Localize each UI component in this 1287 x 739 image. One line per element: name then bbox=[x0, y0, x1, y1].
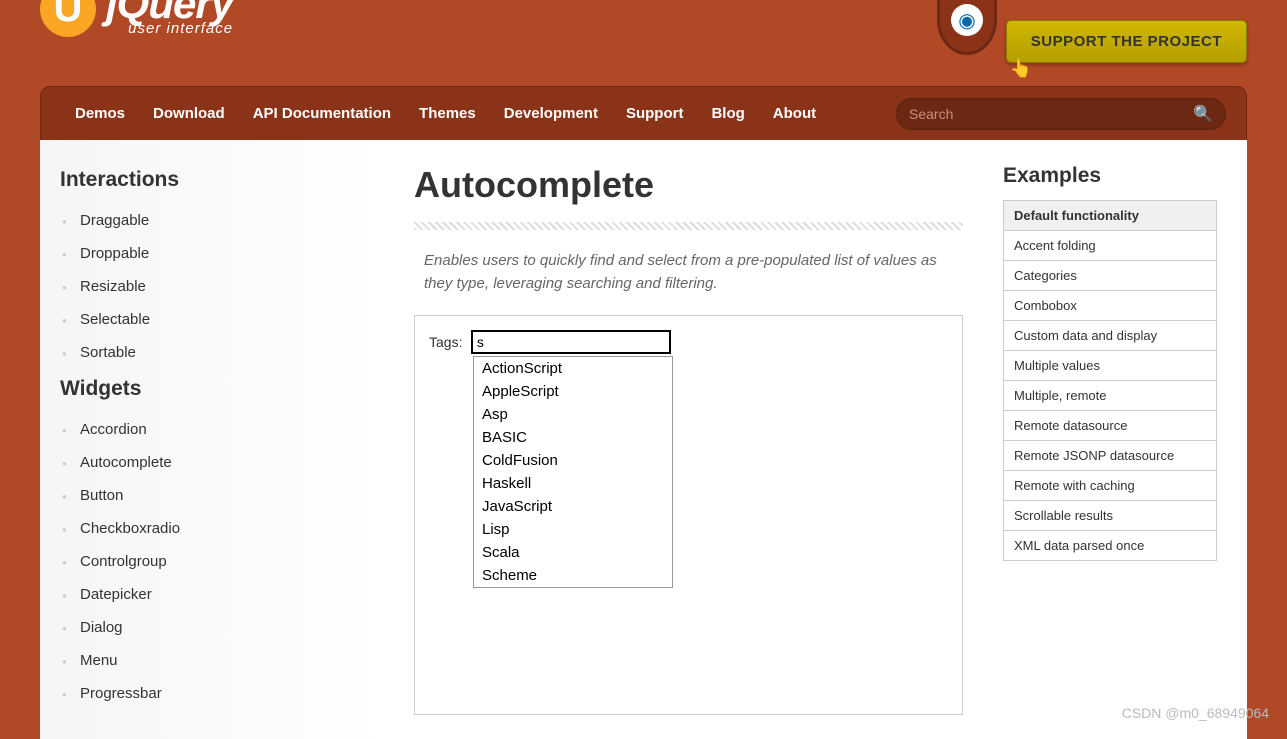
sidebar-item-accordion[interactable]: Accordion bbox=[40, 413, 384, 446]
example-item[interactable]: Categories bbox=[1003, 261, 1217, 291]
sidebar-item-draggable[interactable]: Draggable bbox=[40, 204, 384, 237]
page-description: Enables users to quickly find and select… bbox=[414, 250, 963, 295]
example-item[interactable]: Default functionality bbox=[1003, 201, 1217, 231]
search-icon[interactable]: 🔍 bbox=[1193, 104, 1213, 124]
nav-item-themes[interactable]: Themes bbox=[405, 105, 490, 122]
example-item[interactable]: Combobox bbox=[1003, 291, 1217, 321]
search-input[interactable] bbox=[909, 106, 1193, 122]
nav-item-download[interactable]: Download bbox=[139, 105, 239, 122]
example-item[interactable]: Remote with caching bbox=[1003, 471, 1217, 501]
sidebar-item-droppable[interactable]: Droppable bbox=[40, 237, 384, 270]
sidebar-heading-interactions: Interactions bbox=[40, 160, 384, 204]
example-item[interactable]: XML data parsed once bbox=[1003, 531, 1217, 561]
dropdown-item[interactable]: Asp bbox=[474, 403, 672, 426]
sidebar-item-checkboxradio[interactable]: Checkboxradio bbox=[40, 512, 384, 545]
page-title: Autocomplete bbox=[414, 164, 963, 206]
demo-box: Tags: ActionScriptAppleScriptAspBASICCol… bbox=[414, 315, 963, 715]
dropdown-item[interactable]: JavaScript bbox=[474, 495, 672, 518]
example-item[interactable]: Multiple, remote bbox=[1003, 381, 1217, 411]
nav-item-blog[interactable]: Blog bbox=[697, 105, 758, 122]
nav-item-support[interactable]: Support bbox=[612, 105, 698, 122]
sidebar-item-selectable[interactable]: Selectable bbox=[40, 303, 384, 336]
sidebar-item-button[interactable]: Button bbox=[40, 479, 384, 512]
support-project-button[interactable]: SUPPORT THE PROJECT bbox=[1006, 20, 1247, 63]
logo-text: jQuery user interface bbox=[106, 0, 233, 37]
examples-title: Examples bbox=[1003, 164, 1217, 188]
nav-item-development[interactable]: Development bbox=[490, 105, 612, 122]
dropdown-item[interactable]: Scheme bbox=[474, 564, 672, 587]
main-nav: DemosDownloadAPI DocumentationThemesDeve… bbox=[40, 86, 1247, 140]
example-item[interactable]: Custom data and display bbox=[1003, 321, 1217, 351]
sidebar-item-resizable[interactable]: Resizable bbox=[40, 270, 384, 303]
sidebar-item-datepicker[interactable]: Datepicker bbox=[40, 578, 384, 611]
dropdown-item[interactable]: Scala bbox=[474, 541, 672, 564]
dropdown-item[interactable]: BASIC bbox=[474, 426, 672, 449]
jquery-logo-icon: U bbox=[40, 0, 96, 37]
example-item[interactable]: Accent folding bbox=[1003, 231, 1217, 261]
watermark: CSDN @m0_68949064 bbox=[1122, 705, 1269, 721]
sidebar-item-autocomplete[interactable]: Autocomplete bbox=[40, 446, 384, 479]
example-item[interactable]: Multiple values bbox=[1003, 351, 1217, 381]
sidebar-item-sortable[interactable]: Sortable bbox=[40, 336, 384, 369]
dropdown-item[interactable]: Haskell bbox=[474, 472, 672, 495]
sidebar-item-progressbar[interactable]: Progressbar bbox=[40, 677, 384, 710]
tags-input[interactable] bbox=[471, 330, 671, 354]
dropdown-item[interactable]: ActionScript bbox=[474, 357, 672, 380]
sidebar-item-controlgroup[interactable]: Controlgroup bbox=[40, 545, 384, 578]
sidebar-item-menu[interactable]: Menu bbox=[40, 644, 384, 677]
dropdown-item[interactable]: ColdFusion bbox=[474, 449, 672, 472]
dropdown-item[interactable]: AppleScript bbox=[474, 380, 672, 403]
tags-label: Tags: bbox=[429, 334, 462, 350]
logo[interactable]: U jQuery user interface bbox=[40, 0, 233, 37]
sidebar-heading-widgets: Widgets bbox=[40, 369, 384, 413]
sidebar: InteractionsDraggableDroppableResizableS… bbox=[40, 140, 384, 739]
foundation-shield-icon[interactable]: ◉ bbox=[937, 0, 997, 55]
cursor-icon: 👆 bbox=[1010, 58, 1032, 79]
divider bbox=[414, 222, 963, 230]
example-item[interactable]: Remote JSONP datasource bbox=[1003, 441, 1217, 471]
autocomplete-dropdown: ActionScriptAppleScriptAspBASICColdFusio… bbox=[473, 356, 673, 588]
dropdown-item[interactable]: Lisp bbox=[474, 518, 672, 541]
example-item[interactable]: Scrollable results bbox=[1003, 501, 1217, 531]
examples-panel: Examples Default functionalityAccent fol… bbox=[1003, 164, 1217, 715]
sidebar-item-dialog[interactable]: Dialog bbox=[40, 611, 384, 644]
example-item[interactable]: Remote datasource bbox=[1003, 411, 1217, 441]
nav-item-api-documentation[interactable]: API Documentation bbox=[239, 105, 405, 122]
nav-item-demos[interactable]: Demos bbox=[61, 105, 139, 122]
nav-item-about[interactable]: About bbox=[759, 105, 830, 122]
search-box[interactable]: 🔍 bbox=[896, 98, 1226, 130]
